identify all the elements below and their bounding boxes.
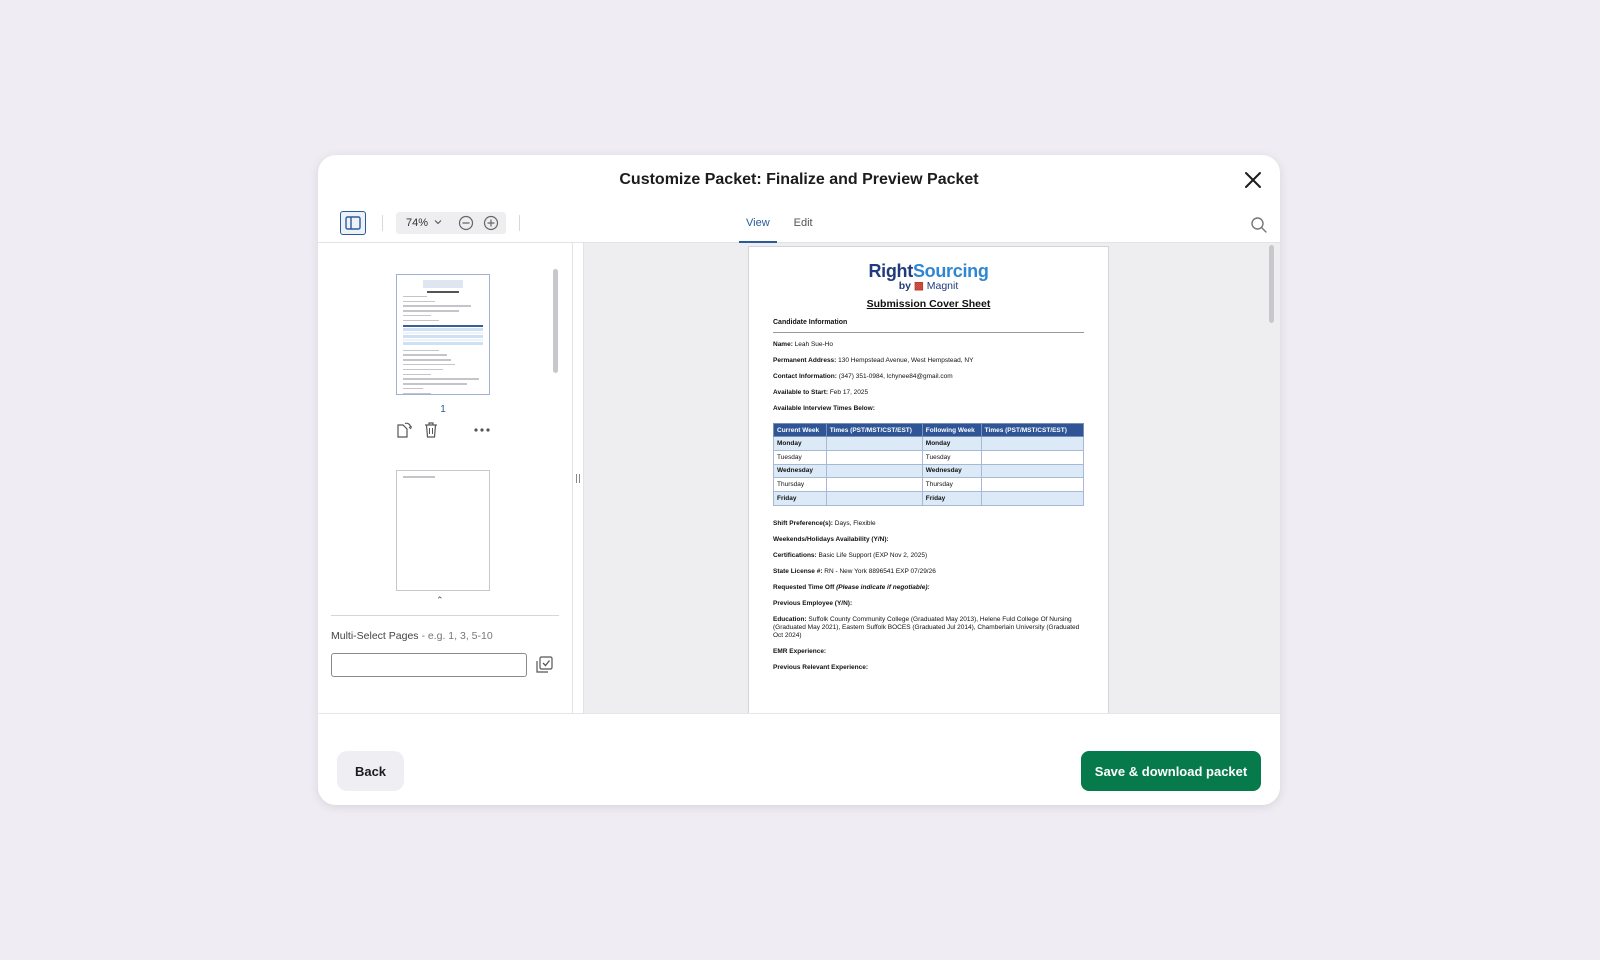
- field-previous-relevant: Previous Relevant Experience:: [773, 663, 869, 671]
- field-address: Permanent Address: 130 Hempstead Avenue,…: [773, 357, 974, 364]
- multiselect-label-text: Multi-Select Pages: [331, 630, 419, 642]
- table-header: Times (PST/MST/CST/EST): [980, 423, 1085, 437]
- field-shift: Shift Preference(s): Days, Flexible: [773, 519, 876, 527]
- table-header: Following Week: [921, 423, 982, 437]
- field-interview: Available Interview Times Below:: [773, 405, 875, 412]
- thumbnail-sidebar: 1 ⌃ Multi-Select Pages - e.g. 1, 3, 5-10: [318, 243, 572, 713]
- sidebar-toggle-button[interactable]: [340, 211, 366, 235]
- table-row: Thursday Thursday: [773, 477, 1085, 493]
- field-name: Name: Leah Sue-Ho: [773, 341, 833, 348]
- table-header: Current Week: [773, 423, 827, 437]
- thumbnail-page-number: 1: [440, 404, 446, 415]
- field-emr: EMR Experience:: [773, 647, 827, 655]
- magnit-logo-icon: ▩: [913, 280, 924, 292]
- collapse-caret-icon[interactable]: ⌃: [436, 595, 444, 606]
- logo-text-magnit: Magnit: [926, 280, 959, 292]
- view-mode-tabs: View Edit: [739, 207, 830, 243]
- toolbar-divider: [519, 215, 520, 231]
- interview-times-table: Current Week Times (PST/MST/CST/EST) Fol…: [773, 423, 1085, 506]
- apply-selection-icon[interactable]: [535, 655, 554, 674]
- field-weekends: Weekends/Holidays Availability (Y/N):: [773, 535, 889, 543]
- splitter-grip-icon: [576, 473, 580, 483]
- back-button[interactable]: Back: [337, 751, 404, 791]
- page-thumbnail-1[interactable]: [396, 274, 490, 395]
- field-start: Available to Start: Feb 17, 2025: [773, 389, 869, 396]
- modal-footer: Back Save & download packet: [318, 713, 1280, 805]
- multiselect-pages-input[interactable]: [331, 653, 527, 677]
- table-row: Monday Monday: [773, 436, 1085, 451]
- chevron-down-icon[interactable]: [434, 219, 442, 225]
- field-contact: Contact Information: (347) 351-0984, lch…: [773, 373, 953, 380]
- multiselect-hint: - e.g. 1, 3, 5-10: [418, 630, 493, 642]
- logo-text-right: Right: [868, 261, 913, 281]
- sidebar-toggle-icon: [345, 216, 361, 230]
- document-preview: RightSourcing by ▩ Magnit Submission Cov…: [584, 243, 1280, 713]
- zoom-control: 74%: [396, 212, 506, 234]
- toolbar-divider: [382, 215, 383, 231]
- rotate-page-icon[interactable]: [396, 421, 412, 439]
- page-thumbnail-2[interactable]: [396, 470, 490, 591]
- save-download-button[interactable]: Save & download packet: [1081, 751, 1261, 791]
- document-title: Submission Cover Sheet: [866, 298, 991, 310]
- rightsourcing-logo: RightSourcing by ▩ Magnit: [773, 261, 1084, 295]
- logo-text-by: by: [898, 280, 914, 292]
- thumbnail-actions: [396, 421, 496, 441]
- preview-scrollbar[interactable]: [1269, 245, 1274, 323]
- document-page: RightSourcing by ▩ Magnit Submission Cov…: [748, 246, 1109, 713]
- close-icon[interactable]: [1242, 169, 1264, 191]
- table-header: Times (PST/MST/CST/EST): [825, 423, 923, 437]
- logo-text-sourcing: Sourcing: [912, 261, 989, 281]
- zoom-select[interactable]: 74%: [406, 217, 428, 229]
- field-education: Education: Suffolk County Community Coll…: [773, 615, 1080, 639]
- field-certifications: Certifications: Basic Life Support (EXP …: [773, 551, 928, 559]
- tab-view[interactable]: View: [739, 207, 777, 243]
- field-previous-employee: Previous Employee (Y/N):: [773, 599, 853, 607]
- table-row: Friday Friday: [773, 491, 1085, 506]
- field-license: State License #: RN - New York 8896541 E…: [773, 567, 936, 575]
- sidebar-divider: [331, 615, 559, 616]
- pane-splitter[interactable]: [572, 243, 584, 713]
- modal-header: Customize Packet: Finalize and Preview P…: [318, 155, 1280, 207]
- modal-title: Customize Packet: Finalize and Preview P…: [619, 171, 979, 188]
- sidebar-scrollbar[interactable]: [553, 269, 558, 373]
- zoom-in-icon[interactable]: [483, 215, 499, 231]
- viewer-toolbar: 74% View Edit: [318, 207, 1280, 243]
- field-time-off: Requested Time Off (Please indicate if n…: [773, 583, 930, 591]
- zoom-out-icon[interactable]: [458, 215, 474, 231]
- more-icon[interactable]: [472, 421, 492, 439]
- table-row: Wednesday Wednesday: [773, 463, 1085, 479]
- finalize-packet-modal: Customize Packet: Finalize and Preview P…: [318, 155, 1280, 805]
- table-row: Tuesday Tuesday: [773, 449, 1085, 465]
- trash-icon[interactable]: [423, 421, 439, 439]
- search-icon[interactable]: [1250, 216, 1268, 234]
- section-heading: Candidate Information: [773, 319, 1084, 333]
- tab-edit[interactable]: Edit: [787, 207, 820, 243]
- table-header-row: Current Week Times (PST/MST/CST/EST) Fol…: [773, 423, 1085, 437]
- multiselect-label: Multi-Select Pages - e.g. 1, 3, 5-10: [331, 630, 493, 642]
